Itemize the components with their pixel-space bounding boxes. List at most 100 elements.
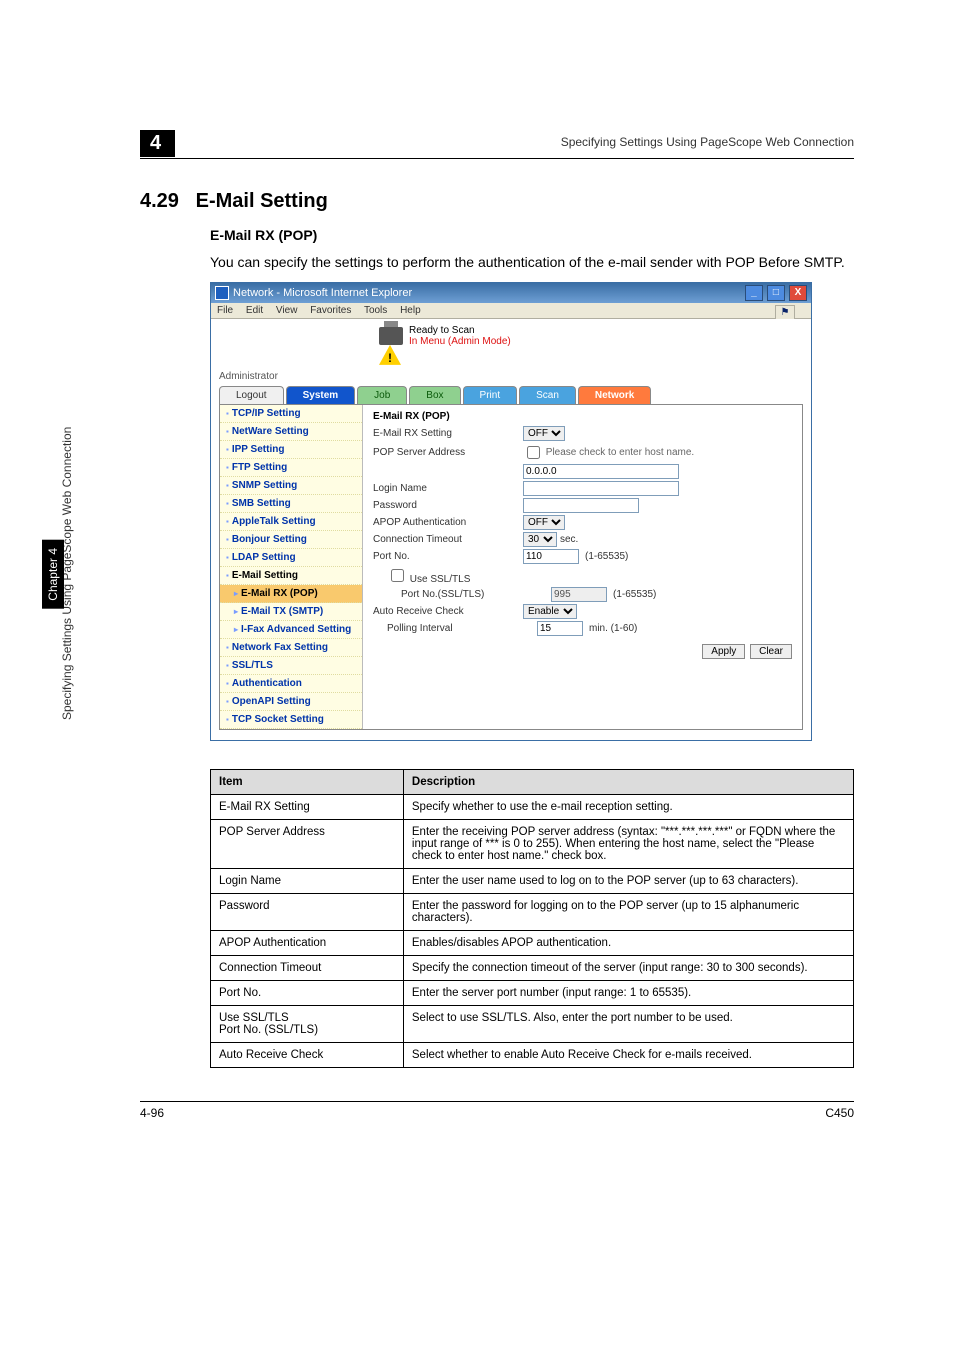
- sidebar: TCP/IP SettingNetWare SettingIPP Setting…: [220, 405, 363, 729]
- pop-server-input[interactable]: [523, 464, 679, 479]
- form-title: E-Mail RX (POP): [373, 411, 792, 422]
- sidebar-item[interactable]: NetWare Setting: [220, 423, 362, 441]
- sslport-label: Port No.(SSL/TLS): [373, 589, 551, 600]
- tab-job[interactable]: Job: [357, 386, 407, 404]
- close-button[interactable]: X: [789, 285, 807, 301]
- running-head: Specifying Settings Using PageScope Web …: [561, 135, 854, 149]
- minimize-button[interactable]: _: [745, 285, 763, 301]
- ie-window: Network - Microsoft Internet Explorer _ …: [210, 282, 812, 741]
- apply-button[interactable]: Apply: [702, 644, 745, 659]
- status-line-2: In Menu (Admin Mode): [409, 336, 511, 347]
- sidebar-item[interactable]: I-Fax Advanced Setting: [220, 621, 362, 639]
- login-label: Login Name: [373, 483, 523, 494]
- menu-favorites[interactable]: Favorites: [310, 305, 351, 316]
- menu-view[interactable]: View: [276, 305, 298, 316]
- table-cell-desc: Enter the receiving POP server address (…: [403, 819, 853, 868]
- sslport-input: [551, 587, 607, 602]
- sidebar-item[interactable]: Network Fax Setting: [220, 639, 362, 657]
- rx-setting-select[interactable]: OFF: [523, 426, 565, 441]
- table-cell-item: Auto Receive Check: [211, 1042, 404, 1067]
- tab-scan[interactable]: Scan: [519, 386, 576, 404]
- sidebar-item[interactable]: SNMP Setting: [220, 477, 362, 495]
- ie-titlebar: Network - Microsoft Internet Explorer _ …: [211, 283, 811, 303]
- menu-help[interactable]: Help: [400, 305, 421, 316]
- usessl-checkbox[interactable]: [391, 569, 404, 582]
- poll-range: min. (1-60): [589, 623, 637, 634]
- port-input[interactable]: [523, 549, 579, 564]
- port-label: Port No.: [373, 551, 523, 562]
- apop-select[interactable]: OFF: [523, 515, 565, 530]
- hostname-note: Please check to enter host name.: [546, 447, 694, 458]
- sidebar-item[interactable]: OpenAPI Setting: [220, 693, 362, 711]
- table-cell-item: E-Mail RX Setting: [211, 794, 404, 819]
- poll-input[interactable]: [537, 621, 583, 636]
- table-cell-item: Password: [211, 893, 404, 930]
- hostname-checkbox[interactable]: [527, 446, 540, 459]
- clear-button[interactable]: Clear: [750, 644, 792, 659]
- ie-logo-icon: [215, 286, 229, 300]
- table-cell-desc: Select to use SSL/TLS. Also, enter the p…: [403, 1005, 853, 1042]
- section-title: 4.29 E-Mail Setting: [140, 190, 854, 213]
- sidebar-item[interactable]: Authentication: [220, 675, 362, 693]
- pop-server-label: POP Server Address: [373, 447, 523, 458]
- admin-label: Administrator: [219, 371, 803, 382]
- timeout-label: Connection Timeout: [373, 534, 523, 545]
- table-head-desc: Description: [403, 769, 853, 794]
- password-label: Password: [373, 500, 523, 511]
- tab-network[interactable]: Network: [578, 386, 651, 404]
- tab-logout[interactable]: Logout: [219, 386, 284, 404]
- menu-edit[interactable]: Edit: [246, 305, 263, 316]
- description-table: Item Description E-Mail RX SettingSpecif…: [210, 769, 854, 1068]
- table-cell-desc: Enables/disables APOP authentication.: [403, 930, 853, 955]
- sidebar-item[interactable]: E-Mail TX (SMTP): [220, 603, 362, 621]
- sslport-range: (1-65535): [613, 589, 656, 600]
- section-name: E-Mail Setting: [196, 190, 328, 212]
- caution-icon: !: [379, 345, 401, 365]
- status-line-1: Ready to Scan: [409, 325, 511, 336]
- table-cell-item: APOP Authentication: [211, 930, 404, 955]
- sidebar-item[interactable]: TCP/IP Setting: [220, 405, 362, 423]
- table-cell-item: Use SSL/TLS Port No. (SSL/TLS): [211, 1005, 404, 1042]
- footer-right: C450: [825, 1106, 854, 1120]
- table-cell-desc: Enter the password for logging on to the…: [403, 893, 853, 930]
- tab-box[interactable]: Box: [409, 386, 460, 404]
- intro-text: You can specify the settings to perform …: [210, 253, 854, 272]
- table-cell-item: Port No.: [211, 980, 404, 1005]
- table-cell-item: POP Server Address: [211, 819, 404, 868]
- table-cell-desc: Enter the user name used to log on to th…: [403, 868, 853, 893]
- sidebar-item[interactable]: AppleTalk Setting: [220, 513, 362, 531]
- section-number: 4.29: [140, 190, 179, 212]
- maximize-button[interactable]: □: [767, 285, 785, 301]
- autorecv-label: Auto Receive Check: [373, 606, 523, 617]
- sidebar-item[interactable]: SSL/TLS: [220, 657, 362, 675]
- login-input[interactable]: [523, 481, 679, 496]
- sidebar-item[interactable]: SMB Setting: [220, 495, 362, 513]
- sidebar-item[interactable]: LDAP Setting: [220, 549, 362, 567]
- menu-tools[interactable]: Tools: [364, 305, 387, 316]
- sidebar-item[interactable]: E-Mail Setting: [220, 567, 362, 585]
- sidebar-item[interactable]: IPP Setting: [220, 441, 362, 459]
- subheading: E-Mail RX (POP): [210, 227, 854, 243]
- menu-file[interactable]: File: [217, 305, 233, 316]
- rx-setting-label: E-Mail RX Setting: [373, 428, 523, 439]
- table-cell-desc: Enter the server port number (input rang…: [403, 980, 853, 1005]
- ie-menubar: File Edit View Favorites Tools Help: [211, 303, 811, 319]
- sidebar-item[interactable]: FTP Setting: [220, 459, 362, 477]
- tab-print[interactable]: Print: [463, 386, 518, 404]
- sidebar-item[interactable]: TCP Socket Setting: [220, 711, 362, 729]
- sidebar-item[interactable]: E-Mail RX (POP): [220, 585, 362, 603]
- table-cell-desc: Specify whether to use the e-mail recept…: [403, 794, 853, 819]
- table-head-item: Item: [211, 769, 404, 794]
- usessl-label: Use SSL/TLS: [410, 574, 471, 585]
- chapter-tab: Chapter 4: [42, 540, 64, 609]
- table-cell-desc: Specify the connection timeout of the se…: [403, 955, 853, 980]
- autorecv-select[interactable]: Enable: [523, 604, 577, 619]
- form-area: E-Mail RX (POP) E-Mail RX Setting OFF PO…: [363, 405, 802, 729]
- ie-title-text: Network - Microsoft Internet Explorer: [233, 287, 412, 299]
- password-input[interactable]: [523, 498, 639, 513]
- apop-label: APOP Authentication: [373, 517, 523, 528]
- timeout-select[interactable]: 30: [523, 532, 557, 547]
- port-range: (1-65535): [585, 551, 628, 562]
- sidebar-item[interactable]: Bonjour Setting: [220, 531, 362, 549]
- tab-system[interactable]: System: [286, 386, 356, 404]
